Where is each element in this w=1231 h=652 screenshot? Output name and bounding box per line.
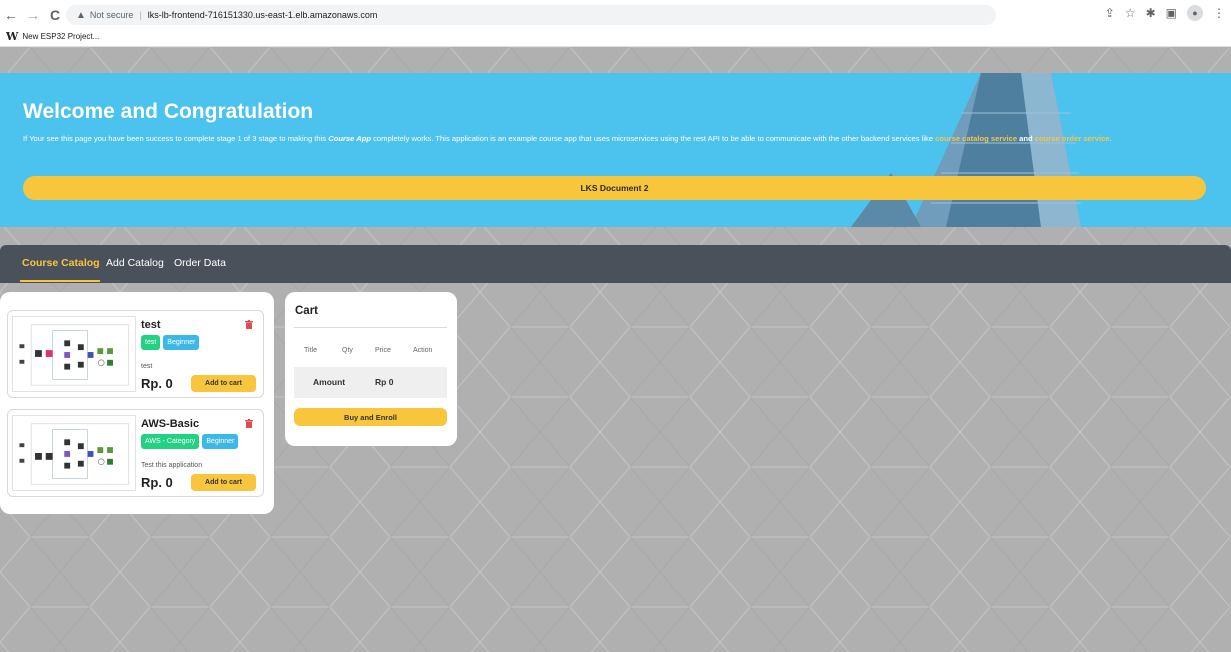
add-to-cart-button[interactable]: Add to cart	[191, 375, 256, 392]
amount-label: Amount	[313, 377, 346, 387]
tab-add-catalog[interactable]: Add Catalog	[106, 257, 164, 269]
hero-text-and: and	[1017, 134, 1035, 143]
course-description: test	[141, 363, 153, 370]
lks-document-button[interactable]: LKS Document 2	[23, 176, 1206, 200]
hero-banner: Welcome and Congratulation If Your see t…	[0, 73, 1231, 227]
cart-header-action: Action	[413, 347, 433, 354]
menu-dots-icon[interactable]: ⋮	[1213, 6, 1225, 20]
url-separator: |	[139, 10, 142, 20]
category-badge: test	[141, 335, 161, 350]
cart-header-price: Price	[375, 347, 391, 354]
profile-icon[interactable]: ●	[1187, 5, 1203, 21]
browser-toolbar-icons: ⇪ ☆ ✱ ▣ ● ⋮	[1105, 5, 1225, 21]
warning-icon[interactable]: ▲	[76, 10, 86, 21]
course-card: test test Beginner test Rp. 0 Add to car…	[7, 310, 264, 398]
extensions-icon[interactable]: ✱	[1146, 6, 1156, 20]
address-row: ← → C ▲ Not secure | lks-lb-frontend-716…	[0, 4, 1231, 26]
security-label: Not secure	[89, 10, 134, 20]
course-price: Rp. 0	[141, 475, 173, 490]
browser-chrome: ← → C ▲ Not secure | lks-lb-frontend-716…	[0, 0, 1231, 47]
course-tags: AWS - Category Beginner	[141, 434, 239, 449]
bookmark-label: New ESP32 Project...	[22, 31, 100, 41]
share-icon[interactable]: ⇪	[1105, 6, 1115, 20]
buy-and-enroll-button[interactable]: Buy and Enroll	[294, 408, 447, 426]
hero-text-part1: If Your see this page you have been succ…	[23, 134, 329, 143]
sidepanel-icon[interactable]: ▣	[1166, 6, 1177, 20]
cart-amount-row: Amount Rp 0	[294, 367, 447, 398]
wokwi-icon: W	[6, 29, 19, 43]
trash-icon[interactable]	[245, 419, 253, 428]
level-badge: Beginner	[163, 335, 200, 350]
category-badge: AWS - Category	[141, 434, 200, 449]
building-image	[851, 73, 1081, 227]
bookmark-item[interactable]: W New ESP32 Project...	[6, 29, 99, 43]
cart-header-title: Title	[304, 347, 317, 354]
hero-text-part2: completely works. This application is an…	[370, 134, 936, 143]
hero-text-app: Course App	[328, 134, 371, 143]
cart-panel: Cart Title Qty Price Action Amount Rp 0 …	[285, 292, 457, 446]
order-service-link[interactable]: course order service	[1035, 134, 1110, 143]
cart-divider	[294, 327, 447, 328]
course-description: Test this application	[141, 462, 203, 469]
course-thumbnail	[12, 415, 136, 491]
catalog-service-link[interactable]: course catalog service	[935, 134, 1017, 143]
trash-icon[interactable]	[245, 320, 253, 329]
main-navbar: Course Catalog Add Catalog Order Data	[0, 245, 1231, 283]
star-icon[interactable]: ☆	[1125, 6, 1136, 20]
hero-description: If Your see this page you have been succ…	[23, 133, 1203, 145]
add-to-cart-button[interactable]: Add to cart	[191, 474, 256, 491]
course-catalog-panel: test test Beginner test Rp. 0 Add to car…	[0, 292, 274, 514]
reload-icon[interactable]: C	[44, 5, 66, 25]
amount-value: Rp 0	[375, 377, 394, 387]
course-title: test	[141, 319, 161, 331]
url-text[interactable]: lks-lb-frontend-716151330.us-east-1.elb.…	[148, 10, 378, 20]
course-thumbnail	[12, 316, 136, 392]
cart-title: Cart	[295, 305, 319, 317]
course-card: AWS-Basic AWS - Category Beginner Test t…	[7, 409, 264, 497]
hero-text-end: .	[1109, 134, 1112, 143]
course-title: AWS-Basic	[141, 418, 200, 430]
tab-course-catalog[interactable]: Course Catalog	[22, 257, 100, 269]
hero-title: Welcome and Congratulation	[23, 100, 314, 123]
course-price: Rp. 0	[141, 376, 173, 391]
course-tags: test Beginner	[141, 335, 200, 350]
back-arrow-icon[interactable]: ←	[0, 5, 22, 25]
active-tab-indicator	[20, 280, 100, 282]
forward-arrow-icon[interactable]: →	[22, 5, 44, 25]
tab-order-data[interactable]: Order Data	[174, 257, 226, 269]
level-badge: Beginner	[202, 434, 239, 449]
cart-header-qty: Qty	[342, 347, 353, 354]
address-bar[interactable]: ▲ Not secure | lks-lb-frontend-716151330…	[66, 5, 996, 25]
